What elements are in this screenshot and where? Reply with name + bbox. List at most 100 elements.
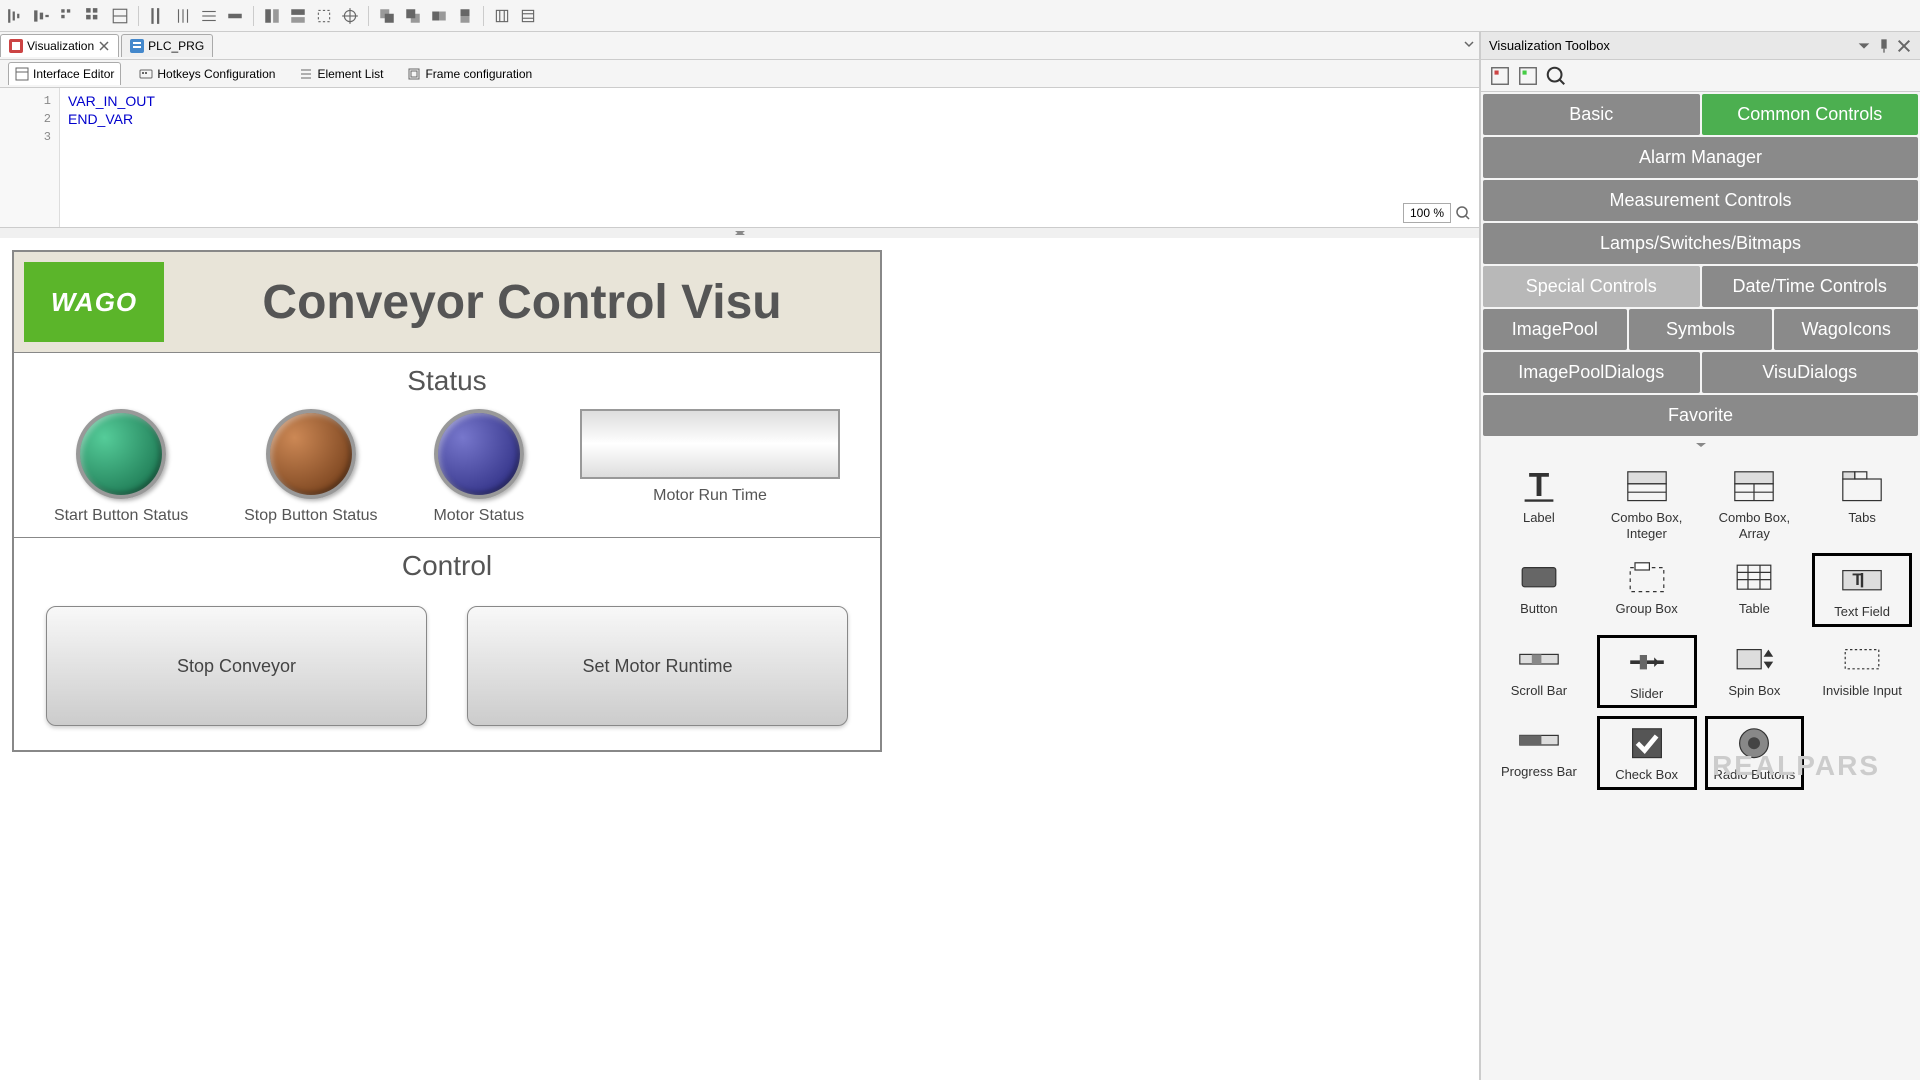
toolbox-title: Visualization Toolbox	[1489, 38, 1610, 53]
elem-combo-integer[interactable]: Combo Box, Integer	[1597, 462, 1697, 545]
subtab-frame-config[interactable]: Frame configuration	[401, 63, 538, 85]
subtab-label: Frame configuration	[425, 67, 532, 81]
subtab-label: Hotkeys Configuration	[157, 67, 275, 81]
elem-textfield[interactable]: T Text Field	[1812, 553, 1912, 627]
elem-table[interactable]: Table	[1705, 553, 1805, 627]
cat-symbols[interactable]: Symbols	[1629, 309, 1773, 350]
wago-logo: WAGO	[24, 262, 164, 342]
elem-progressbar[interactable]: Progress Bar	[1489, 716, 1589, 790]
tabs-dropdown[interactable]	[1463, 37, 1475, 55]
elem-invisible-input[interactable]: Invisible Input	[1812, 635, 1912, 709]
lamp-label: Motor Status	[433, 507, 524, 525]
tool-icon-2[interactable]	[1517, 65, 1539, 87]
cat-favorite[interactable]: Favorite	[1483, 395, 1918, 436]
cat-alarm-manager[interactable]: Alarm Manager	[1483, 137, 1918, 178]
toolbar-btn-12[interactable]	[312, 4, 336, 28]
subtab-hotkeys[interactable]: Hotkeys Configuration	[133, 63, 281, 85]
editor-tabs: Visualization PLC_PRG	[0, 32, 1479, 60]
tab-visualization[interactable]: Visualization	[0, 34, 119, 57]
line-gutter: 123	[0, 88, 60, 227]
conveyor-visu: WAGO Conveyor Control Visu Status Start …	[12, 250, 882, 752]
elem-spinbox[interactable]: Spin Box	[1705, 635, 1805, 709]
cat-datetime[interactable]: Date/Time Controls	[1702, 266, 1919, 307]
elem-button[interactable]: Button	[1489, 553, 1589, 627]
editor-subtabs: Interface Editor Hotkeys Configuration E…	[0, 60, 1479, 88]
toolbar-btn-2[interactable]	[30, 4, 54, 28]
subtab-label: Element List	[317, 67, 383, 81]
toolbar-btn-11[interactable]	[286, 4, 310, 28]
toolbar-btn-16[interactable]	[427, 4, 451, 28]
elem-tabs[interactable]: Tabs	[1812, 462, 1912, 545]
main-toolbar	[0, 0, 1920, 32]
cat-imagepool[interactable]: ImagePool	[1483, 309, 1627, 350]
lamp-label: Stop Button Status	[244, 507, 377, 525]
elem-radiobuttons[interactable]: Radio Buttons	[1705, 716, 1805, 790]
visualization-canvas[interactable]: WAGO Conveyor Control Visu Status Start …	[0, 238, 1479, 1080]
elem-slider[interactable]: Slider	[1597, 635, 1697, 709]
subtab-label: Interface Editor	[33, 67, 114, 81]
visualization-icon	[9, 39, 23, 53]
toolbar-btn-19[interactable]	[516, 4, 540, 28]
toolbar-btn-4[interactable]	[82, 4, 106, 28]
lamp-label: Start Button Status	[54, 507, 188, 525]
cat-common-controls[interactable]: Common Controls	[1702, 94, 1919, 135]
splitter-handle[interactable]	[0, 228, 1479, 238]
tab-label: Visualization	[27, 39, 94, 53]
category-grid: Basic Common Controls Alarm Manager Meas…	[1481, 92, 1920, 440]
elem-groupbox[interactable]: Group Box	[1597, 553, 1697, 627]
cat-measurement[interactable]: Measurement Controls	[1483, 180, 1918, 221]
runtime-label: Motor Run Time	[653, 487, 767, 505]
toolbar-btn-8[interactable]	[197, 4, 221, 28]
toolbar-btn-3[interactable]	[56, 4, 80, 28]
code-editor[interactable]: 123 VAR_IN_OUT END_VAR 100 %	[0, 88, 1479, 228]
toolbar-btn-14[interactable]	[375, 4, 399, 28]
cat-visudialogs[interactable]: VisuDialogs	[1702, 352, 1919, 393]
category-collapse[interactable]	[1481, 440, 1920, 450]
toolbar-btn-17[interactable]	[453, 4, 477, 28]
subtab-interface-editor[interactable]: Interface Editor	[8, 62, 121, 85]
minimize-icon[interactable]	[1856, 38, 1872, 54]
cat-lamps[interactable]: Lamps/Switches/Bitmaps	[1483, 223, 1918, 264]
tool-icon-3[interactable]	[1545, 65, 1567, 87]
elements-grid: T Label Combo Box, Integer Combo Box, Ar…	[1481, 450, 1920, 802]
toolbar-btn-15[interactable]	[401, 4, 425, 28]
elem-label[interactable]: T Label	[1489, 462, 1589, 545]
toolbar-btn-1[interactable]	[4, 4, 28, 28]
zoom-control[interactable]: 100 %	[1403, 203, 1471, 223]
elem-combo-array[interactable]: Combo Box, Array	[1705, 462, 1805, 545]
pin-icon[interactable]	[1876, 38, 1892, 54]
toolbar-btn-18[interactable]	[490, 4, 514, 28]
cat-basic[interactable]: Basic	[1483, 94, 1700, 135]
zoom-icon[interactable]	[1455, 205, 1471, 221]
cat-imagepooldialogs[interactable]: ImagePoolDialogs	[1483, 352, 1700, 393]
zoom-value: 100 %	[1403, 203, 1451, 223]
close-icon[interactable]	[1896, 38, 1912, 54]
toolbar-btn-10[interactable]	[260, 4, 284, 28]
motor-status-lamp	[434, 409, 524, 499]
cat-special[interactable]: Special Controls	[1483, 266, 1700, 307]
cat-wagoicons[interactable]: WagoIcons	[1774, 309, 1918, 350]
elem-checkbox[interactable]: Check Box	[1597, 716, 1697, 790]
tool-icon-1[interactable]	[1489, 65, 1511, 87]
close-icon[interactable]	[98, 40, 110, 52]
tab-plc-prg[interactable]: PLC_PRG	[121, 34, 213, 57]
frame-icon	[407, 67, 421, 81]
subtab-element-list[interactable]: Element List	[293, 63, 389, 85]
elem-scrollbar[interactable]: Scroll Bar	[1489, 635, 1589, 709]
toolbar-btn-5[interactable]	[108, 4, 132, 28]
start-button-lamp	[76, 409, 166, 499]
set-motor-runtime-button[interactable]: Set Motor Runtime	[467, 606, 848, 726]
toolbar-btn-13[interactable]	[338, 4, 362, 28]
code-content[interactable]: VAR_IN_OUT END_VAR	[60, 88, 1479, 227]
stop-conveyor-button[interactable]: Stop Conveyor	[46, 606, 427, 726]
status-section-title: Status	[26, 365, 868, 397]
toolbar-btn-6[interactable]	[145, 4, 169, 28]
interface-icon	[15, 67, 29, 81]
svg-text:T: T	[1529, 467, 1550, 504]
program-icon	[130, 39, 144, 53]
toolbar-btn-7[interactable]	[171, 4, 195, 28]
toolbar-btn-9[interactable]	[223, 4, 247, 28]
tab-label: PLC_PRG	[148, 39, 204, 53]
control-section-title: Control	[26, 550, 868, 582]
motor-runtime-display	[580, 409, 840, 479]
